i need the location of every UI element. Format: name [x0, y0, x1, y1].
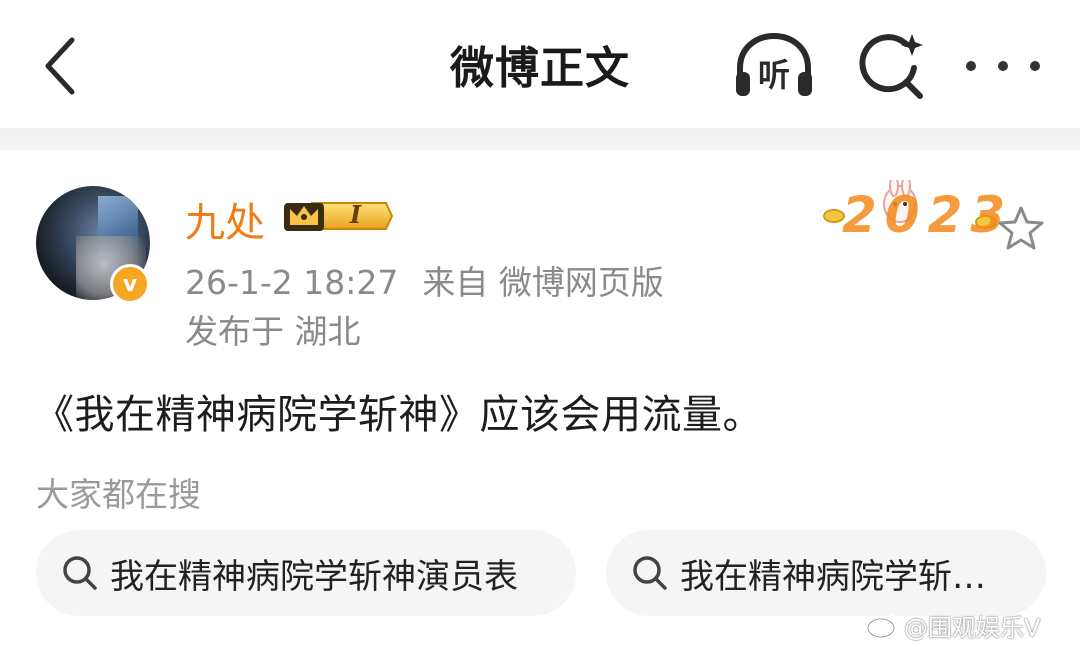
verified-badge: v: [110, 264, 150, 304]
search-button[interactable]: [856, 30, 928, 102]
top-navigation-bar: 微博正文 听: [0, 0, 1080, 128]
more-icon: [966, 61, 976, 71]
post-timestamp: 26-1-2 18:27: [185, 263, 399, 302]
post-text: 《我在精神病院学斩神》应该会用流量。: [34, 392, 763, 438]
crown-icon: [284, 202, 394, 231]
more-icon-dot: [1030, 61, 1040, 71]
weibo-logo-icon: [866, 613, 899, 639]
decoration-year-text: 2023: [842, 186, 1014, 244]
related-search-chip[interactable]: 我在精神病院学斩神演员表: [36, 530, 576, 616]
post-meta: 26-1-2 18:27 来自 微博网页版: [185, 256, 664, 304]
watermark: @围观娱乐V: [866, 608, 1040, 642]
listen-label: 听: [758, 56, 791, 94]
star-icon: [998, 206, 1044, 250]
related-search-chip[interactable]: 我在精神病院学斩…: [606, 530, 1046, 616]
section-divider: [0, 128, 1080, 150]
search-icon: [633, 556, 667, 590]
search-sparkle-icon: [859, 34, 923, 99]
search-icon: [63, 556, 97, 590]
back-icon: [45, 37, 75, 95]
watermark-text: @围观娱乐V: [904, 613, 1041, 642]
username[interactable]: 九处: [185, 190, 265, 248]
related-search-text: 我在精神病院学斩神演员表: [110, 556, 518, 597]
vip-level-text: I: [350, 200, 362, 229]
related-search-label: 大家都在搜: [36, 475, 201, 514]
back-button[interactable]: [28, 30, 92, 102]
post-location: 发布于 湖北: [185, 312, 361, 351]
listen-button[interactable]: 听: [732, 30, 816, 102]
favorite-button[interactable]: [996, 204, 1046, 254]
post-source: 来自 微博网页版: [422, 263, 664, 302]
more-options-button[interactable]: [966, 44, 1040, 88]
vip-level-badge[interactable]: I: [282, 197, 394, 235]
more-icon-dot: [998, 61, 1008, 71]
year-2023-decoration: 2023: [820, 175, 1005, 244]
related-search-text: 我在精神病院学斩…: [680, 556, 986, 597]
verified-symbol: v: [122, 271, 138, 297]
